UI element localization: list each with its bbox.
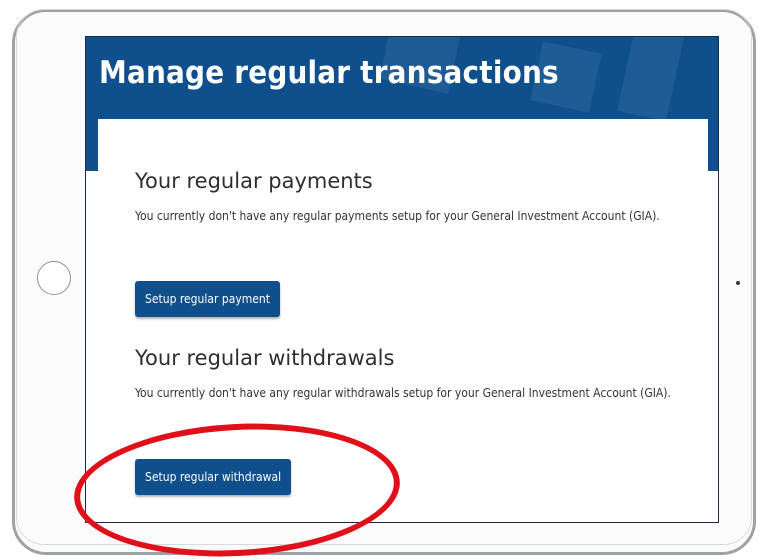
app-screen: Manage regular transactions Your regular… — [85, 36, 719, 523]
page-title: Manage regular transactions — [99, 55, 559, 91]
setup-regular-withdrawal-button[interactable]: Setup regular withdrawal — [135, 459, 292, 495]
regular-withdrawals-section: Your regular withdrawals You currently d… — [135, 346, 695, 403]
home-button-icon[interactable] — [37, 261, 71, 295]
camera-icon — [736, 281, 740, 285]
withdrawals-description: You currently don't have any regular wit… — [135, 386, 671, 400]
payments-description: You currently don't have any regular pay… — [135, 209, 660, 223]
regular-payments-section: Your regular payments You currently don'… — [135, 169, 695, 226]
content-card: Your regular payments You currently don'… — [98, 119, 708, 522]
payments-heading: Your regular payments — [135, 169, 373, 193]
setup-regular-payment-button[interactable]: Setup regular payment — [135, 281, 280, 317]
withdrawals-heading: Your regular withdrawals — [135, 346, 395, 370]
